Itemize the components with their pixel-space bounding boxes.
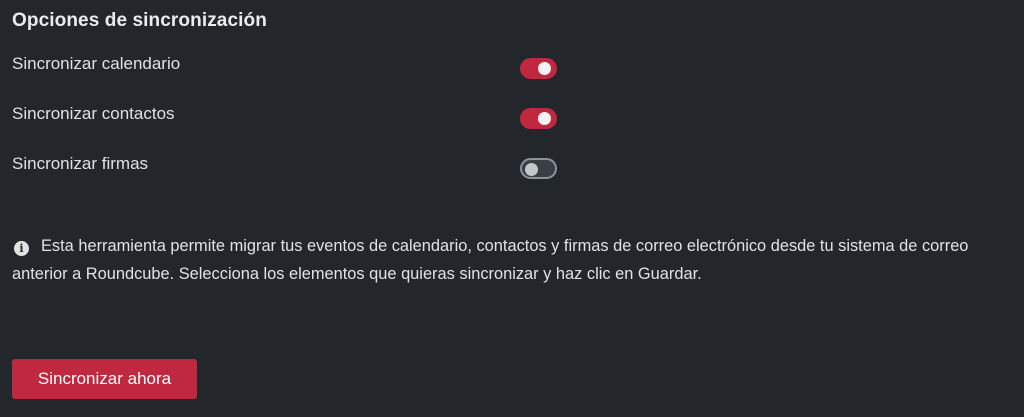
option-row-calendar: Sincronizar calendario xyxy=(12,53,572,79)
toggle-knob xyxy=(525,162,538,176)
toggle-sync-contacts[interactable] xyxy=(520,108,557,129)
toggle-sync-calendar[interactable] xyxy=(520,58,557,79)
toggle-knob xyxy=(538,62,551,75)
option-row-contacts: Sincronizar contactos xyxy=(12,103,572,129)
sync-options-panel: Opciones de sincronización Sincronizar c… xyxy=(0,0,1024,417)
section-title: Opciones de sincronización xyxy=(12,10,267,31)
sync-now-button[interactable]: Sincronizar ahora xyxy=(12,359,197,399)
info-icon: i xyxy=(14,241,29,256)
info-message: i Esta herramienta permite migrar tus eve… xyxy=(12,232,1017,288)
option-label-signatures: Sincronizar firmas xyxy=(12,154,149,173)
info-text: Esta herramienta permite migrar tus even… xyxy=(12,237,969,283)
toggle-sync-signatures[interactable] xyxy=(520,158,557,179)
toggle-knob xyxy=(538,112,551,125)
option-label-contacts: Sincronizar contactos xyxy=(12,104,175,123)
option-label-calendar: Sincronizar calendario xyxy=(12,54,181,73)
option-row-signatures: Sincronizar firmas xyxy=(12,153,572,179)
